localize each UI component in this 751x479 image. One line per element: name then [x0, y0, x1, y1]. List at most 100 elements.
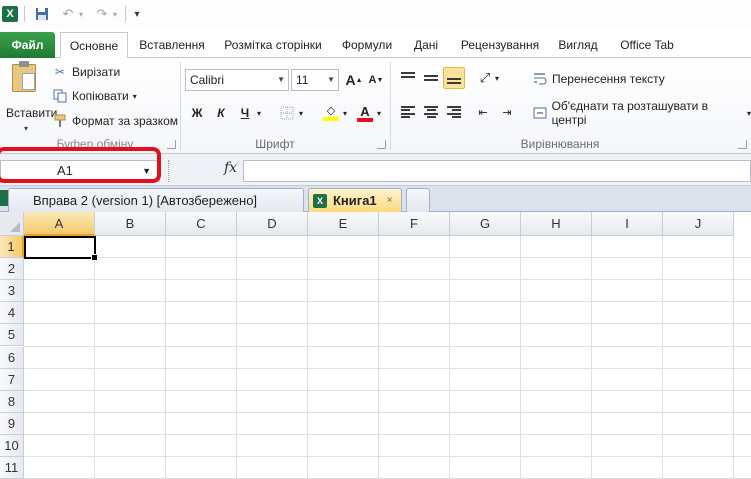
column-header-d[interactable]: D: [237, 212, 308, 236]
copy-icon: [52, 88, 68, 104]
gridline: [24, 279, 751, 280]
align-top-button[interactable]: [397, 67, 419, 89]
fill-color-dropdown-icon[interactable]: ▾: [340, 102, 350, 124]
row-header-11[interactable]: 11: [0, 457, 24, 479]
customize-toolbar-icon[interactable]: ▾: [128, 5, 146, 23]
document-tab-active[interactable]: X Книга1 ×: [308, 188, 402, 212]
tab-view[interactable]: Вигляд: [553, 32, 603, 58]
gridline: [591, 236, 592, 479]
align-center-button[interactable]: [420, 101, 442, 123]
borders-dropdown-icon[interactable]: ▾: [296, 102, 306, 124]
merge-center-button[interactable]: Об'єднати та розташувати в центрі ▾: [532, 99, 751, 127]
font-color-button[interactable]: A: [354, 102, 376, 124]
merge-dropdown-icon[interactable]: ▾: [747, 109, 751, 118]
gridline: [24, 456, 751, 457]
grow-font-button[interactable]: A ▲: [343, 69, 365, 91]
column-header-e[interactable]: E: [308, 212, 379, 236]
select-all-button[interactable]: [0, 212, 24, 236]
font-launcher-icon[interactable]: [377, 140, 386, 149]
tab-file[interactable]: Файл: [0, 32, 55, 58]
font-name-select[interactable]: Calibri ▼: [185, 69, 289, 91]
undo-icon[interactable]: ↶: [59, 5, 77, 23]
align-left-button[interactable]: [397, 101, 419, 123]
row-header-5[interactable]: 5: [0, 324, 24, 346]
row-header-9[interactable]: 9: [0, 413, 24, 435]
align-right-button[interactable]: [443, 101, 465, 123]
underline-button[interactable]: Ч: [234, 102, 256, 124]
fill-color-swatch: [323, 117, 339, 121]
gridline: [24, 434, 751, 435]
row-header-4[interactable]: 4: [0, 302, 24, 324]
format-painter-button[interactable]: Формат за зразком: [52, 111, 178, 131]
tab-data[interactable]: Дані: [406, 32, 446, 58]
copy-dropdown-icon[interactable]: ▾: [133, 92, 137, 101]
borders-button[interactable]: [276, 102, 298, 124]
align-bottom-button[interactable]: [443, 67, 465, 89]
spreadsheet-grid[interactable]: A B C D E F G H I J 1 2 3 4 5 6 7 8 9 10 11: [0, 212, 751, 479]
scissors-icon: ✂: [54, 65, 66, 79]
tab-review[interactable]: Рецензування: [454, 32, 546, 58]
decrease-indent-button[interactable]: ⇤: [472, 101, 494, 123]
column-header-b[interactable]: B: [95, 212, 166, 236]
cut-label: Вирізати: [72, 65, 121, 79]
row-header-1[interactable]: 1: [0, 236, 24, 258]
copy-button[interactable]: Копіювати ▾: [52, 86, 137, 106]
gridline: [520, 236, 521, 479]
redo-icon[interactable]: ↷: [93, 5, 111, 23]
chevron-down-icon: ▼: [277, 75, 285, 84]
bold-button[interactable]: Ж: [186, 102, 208, 124]
tab-office-tab[interactable]: Office Tab: [612, 32, 682, 58]
paste-button[interactable]: Вставити ▾: [6, 61, 57, 133]
alignment-launcher-icon[interactable]: [738, 140, 747, 149]
insert-function-icon[interactable]: fx: [224, 160, 237, 176]
group-divider: [390, 62, 391, 150]
document-tab[interactable]: X Вправа 2 (version 1) [Автозбережено]: [8, 188, 304, 212]
redo-dropdown-icon[interactable]: ▾: [111, 5, 119, 23]
column-header-i[interactable]: I: [592, 212, 663, 236]
undo-dropdown-icon[interactable]: ▾: [77, 5, 85, 23]
clipboard-launcher-icon[interactable]: [167, 140, 176, 149]
row-header-6[interactable]: 6: [0, 347, 24, 369]
formula-input[interactable]: [243, 160, 751, 182]
borders-icon: [280, 106, 294, 120]
wrap-text-button[interactable]: Перенесення тексту: [532, 69, 665, 89]
tab-home[interactable]: Основне: [60, 32, 128, 59]
font-color-dropdown-icon[interactable]: ▾: [374, 102, 384, 124]
row-header-2[interactable]: 2: [0, 258, 24, 280]
tab-page-layout[interactable]: Розмітка сторінки: [218, 32, 328, 58]
tab-insert[interactable]: Вставлення: [134, 32, 210, 58]
active-cell[interactable]: [24, 236, 98, 261]
name-box-highlight: [0, 147, 161, 183]
increase-indent-button[interactable]: ⇥: [496, 101, 518, 123]
column-header-h[interactable]: H: [521, 212, 592, 236]
new-tab-button[interactable]: [406, 188, 430, 212]
orientation-dropdown-icon[interactable]: ▾: [492, 67, 502, 89]
row-header-7[interactable]: 7: [0, 369, 24, 391]
column-header-f[interactable]: F: [379, 212, 450, 236]
fill-color-button[interactable]: ◇: [320, 102, 342, 124]
paste-dropdown-icon[interactable]: ▾: [24, 124, 28, 133]
increase-indent-icon: ⇥: [502, 106, 512, 119]
shrink-font-button[interactable]: A ▼: [365, 69, 387, 91]
row-header-10[interactable]: 10: [0, 435, 24, 457]
gridline: [24, 390, 751, 391]
row-header-3[interactable]: 3: [0, 280, 24, 302]
excel-logo-icon[interactable]: X: [2, 6, 18, 22]
formula-bar-splitter[interactable]: [168, 160, 171, 182]
tab-formulas[interactable]: Формули: [336, 32, 398, 58]
column-header-a[interactable]: A: [24, 212, 95, 236]
row-header-8[interactable]: 8: [0, 391, 24, 413]
column-header-j[interactable]: J: [663, 212, 734, 236]
column-header-g[interactable]: G: [450, 212, 521, 236]
font-size-value: 11: [296, 73, 309, 87]
close-tab-icon[interactable]: ×: [387, 195, 393, 206]
cut-button[interactable]: ✂ Вирізати: [52, 62, 120, 82]
save-icon[interactable]: [33, 5, 51, 23]
underline-dropdown-icon[interactable]: ▾: [254, 102, 264, 124]
column-header-c[interactable]: C: [166, 212, 237, 236]
italic-button[interactable]: К: [210, 102, 232, 124]
gridline: [236, 236, 237, 479]
align-middle-button[interactable]: [420, 67, 442, 89]
font-size-select[interactable]: 11 ▼: [291, 69, 339, 91]
paste-icon: [12, 61, 36, 92]
